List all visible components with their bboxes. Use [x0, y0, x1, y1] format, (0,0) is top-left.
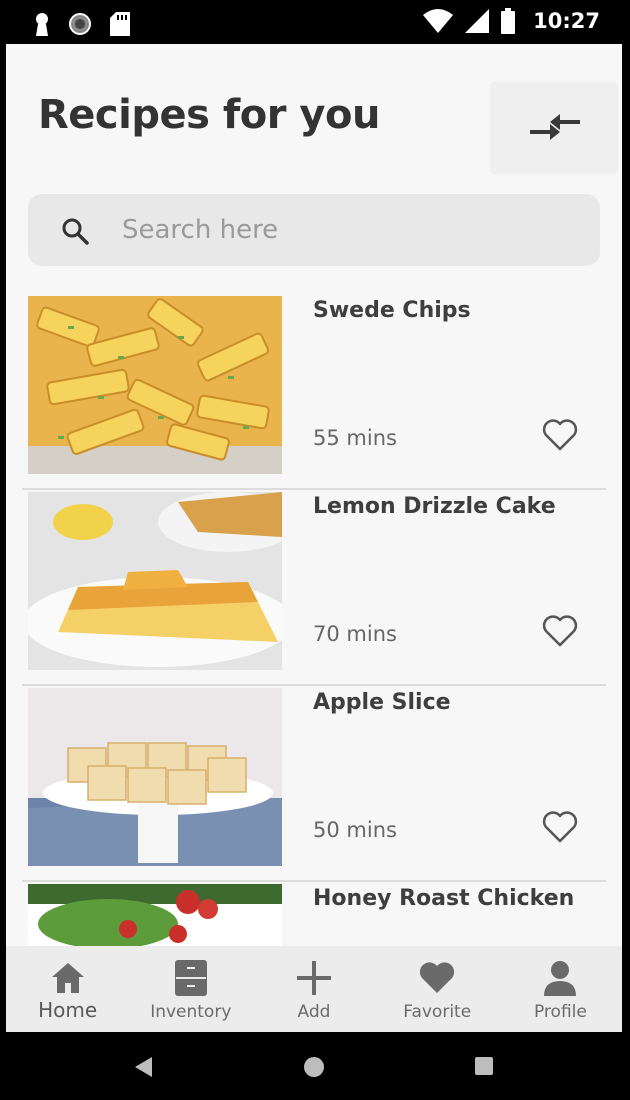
bottom-nav: Home Inventory Add Favorite Profile: [6, 946, 622, 1032]
search-bar[interactable]: [28, 194, 600, 266]
nav-label: Favorite: [403, 1002, 472, 1022]
search-icon: [62, 218, 89, 245]
plus-icon: [297, 961, 331, 995]
status-bar: 10:27: [0, 0, 630, 44]
battery-icon: [501, 8, 516, 34]
cell-signal-icon: [465, 9, 490, 33]
compare-arrows-button[interactable]: [490, 82, 618, 174]
sd-card-icon: [110, 12, 130, 36]
heart-outline-icon[interactable]: [542, 614, 578, 648]
recipe-time: 70 mins: [313, 622, 397, 646]
recipe-card[interactable]: Lemon Drizzle Cake 70 mins: [6, 490, 622, 686]
recipe-time: 50 mins: [313, 818, 397, 842]
nav-add[interactable]: Add: [252, 946, 375, 1032]
recipe-image[interactable]: [28, 296, 282, 474]
nav-profile[interactable]: Profile: [499, 946, 622, 1032]
nav-label: Profile: [533, 1002, 587, 1022]
app-screen: Recipes for you Search here Swede Chips …: [6, 44, 622, 1032]
status-time: 10:27: [533, 9, 600, 33]
home-circle-icon[interactable]: [303, 1056, 325, 1078]
heart-outline-icon[interactable]: [542, 810, 578, 844]
recipe-list: Swede Chips 55 mins Lemon Drizzle Cake 7…: [6, 294, 622, 1032]
recipe-card[interactable]: Swede Chips 55 mins: [6, 294, 622, 490]
apple-slice-photo: [28, 688, 282, 866]
status-left-icons: [34, 12, 130, 36]
recipe-title: Apple Slice: [313, 690, 451, 715]
back-icon[interactable]: [134, 1056, 154, 1078]
nav-favorite[interactable]: Favorite: [376, 946, 499, 1032]
nav-label: Add: [297, 1002, 331, 1022]
nav-home[interactable]: Home: [6, 946, 129, 1032]
nav-inventory[interactable]: Inventory: [129, 946, 252, 1032]
search-input[interactable]: [122, 208, 562, 252]
recipe-image[interactable]: [28, 492, 282, 670]
recipe-title: Swede Chips: [313, 298, 471, 323]
recipe-title: Lemon Drizzle Cake: [313, 494, 556, 519]
nav-label: Inventory: [150, 1002, 232, 1022]
wifi-icon: [423, 9, 454, 33]
heart-outline-icon[interactable]: [542, 418, 578, 452]
keyhole-icon: [36, 13, 48, 36]
status-right-icons: 10:27: [423, 8, 600, 34]
nav-label: Home: [38, 998, 98, 1022]
recipe-card[interactable]: Apple Slice 50 mins: [6, 686, 622, 882]
lemon-cake-photo: [28, 492, 282, 670]
recipe-image[interactable]: [28, 688, 282, 866]
cabinet-icon: [174, 960, 207, 996]
sync-icon: [69, 13, 91, 35]
compare-arrows-icon: [530, 114, 580, 140]
person-icon: [544, 961, 577, 996]
page-title: Recipes for you: [38, 92, 380, 138]
recipe-title: Honey Roast Chicken: [313, 886, 575, 911]
system-nav-bar: [0, 1032, 630, 1100]
swede-chips-photo: [28, 296, 282, 474]
heart-icon: [420, 962, 455, 993]
home-icon: [51, 963, 84, 993]
recents-icon[interactable]: [474, 1056, 494, 1076]
recipe-time: 55 mins: [313, 426, 397, 450]
